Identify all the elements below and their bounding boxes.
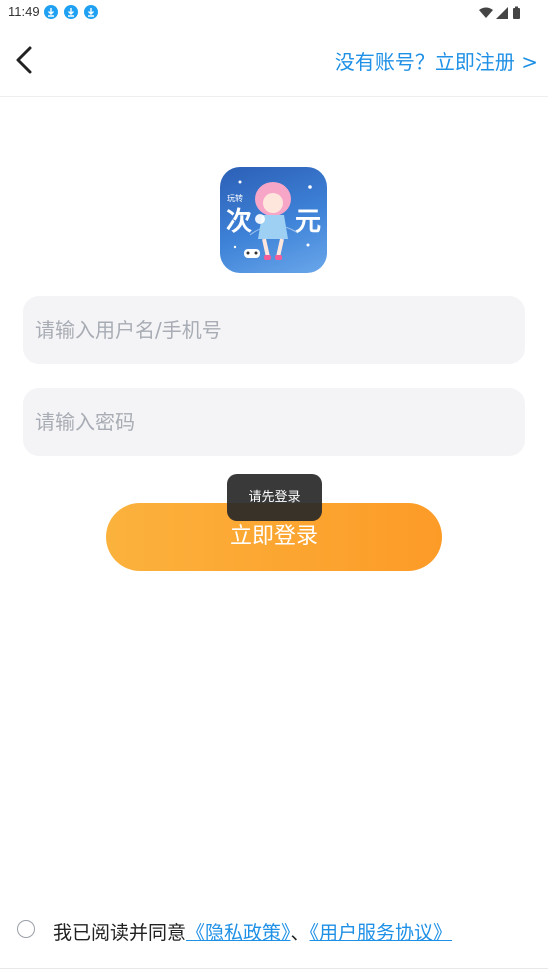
download-icon xyxy=(44,5,58,19)
app-logo: 玩转 次 元 xyxy=(220,167,327,273)
bottom-divider xyxy=(0,968,548,969)
signal-icon xyxy=(496,7,508,19)
agreement-separator: 、 xyxy=(290,922,310,944)
logo-char-right: 元 xyxy=(295,207,322,237)
header: 没有账号？立即注册 > xyxy=(0,24,548,97)
wifi-icon xyxy=(479,7,493,18)
status-time: 11:49 xyxy=(8,4,40,19)
agree-checkbox[interactable] xyxy=(17,920,35,938)
register-link[interactable]: 没有账号？立即注册 > xyxy=(335,46,538,75)
chevron-left-icon xyxy=(16,46,32,74)
privacy-policy-link[interactable]: 《隐私政策》 xyxy=(186,922,291,944)
download-icon xyxy=(64,5,78,19)
back-button[interactable] xyxy=(10,40,42,80)
service-agreement-link[interactable]: 《用户服务协议》 xyxy=(310,922,453,944)
system-icons xyxy=(478,5,524,24)
status-bar: 11:49 xyxy=(0,0,548,24)
username-input[interactable] xyxy=(23,296,525,364)
password-input[interactable] xyxy=(23,388,525,456)
agreement-text: 我已阅读并同意《隐私政策》、《用户服务协议》 xyxy=(53,918,452,945)
logo-char-left: 次 xyxy=(226,207,253,237)
download-icon xyxy=(84,5,98,19)
agreement-prefix: 我已阅读并同意 xyxy=(53,922,187,944)
battery-icon xyxy=(513,6,520,19)
toast-message: 请先登录 xyxy=(227,474,322,521)
